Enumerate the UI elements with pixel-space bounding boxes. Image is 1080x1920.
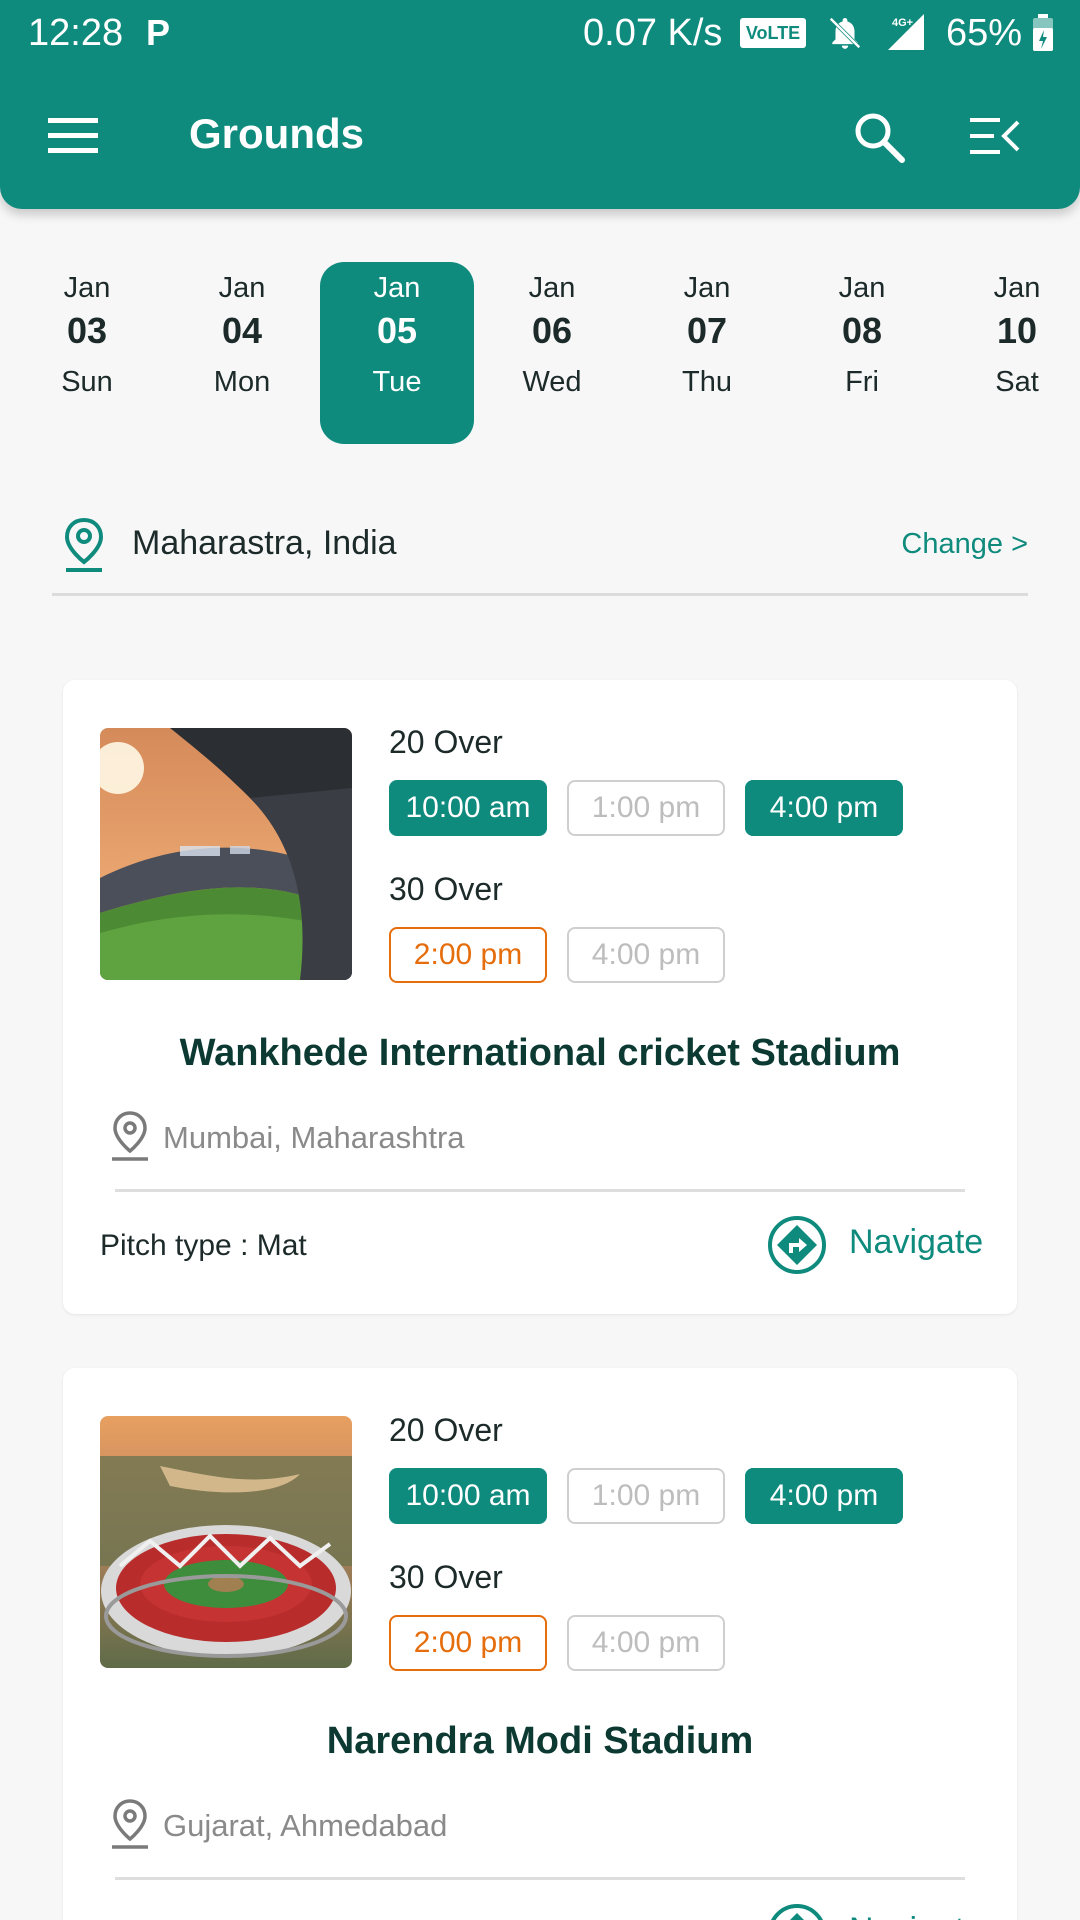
date-month: Jan: [373, 272, 421, 304]
volte-badge: VoLTE: [740, 18, 806, 48]
svg-text:4G+: 4G+: [892, 17, 913, 29]
divider: [115, 1877, 965, 1880]
over-format-label: 30 Over: [389, 1559, 503, 1595]
date-item-jan-10[interactable]: Jan 10 Sat: [940, 262, 1080, 444]
stadium-city: Mumbai, Maharashtra: [163, 1120, 465, 1155]
date-day: 10: [996, 310, 1038, 351]
stadium-name[interactable]: Wankhede International cricket Stadium: [63, 1032, 1017, 1075]
date-item-jan-03[interactable]: Jan 03 Sun: [10, 262, 164, 444]
date-weekday: Fri: [845, 366, 879, 398]
location-pin-icon: [62, 516, 106, 574]
date-item-jan-05[interactable]: Jan 05 Tue: [320, 262, 474, 444]
directions-icon: [767, 1903, 827, 1920]
over-format-label: 20 Over: [389, 1412, 503, 1448]
directions-icon: [767, 1215, 827, 1275]
navigate-button[interactable]: Navigate: [767, 1215, 993, 1277]
date-day: 05: [376, 310, 418, 351]
status-time: 12:28: [28, 12, 124, 54]
date-item-jan-07[interactable]: Jan 07 Thu: [630, 262, 784, 444]
date-item-jan-04[interactable]: Jan 04 Mon: [165, 262, 319, 444]
net-speed: 0.07 K/s: [583, 12, 723, 54]
stadium-photo: [100, 728, 352, 980]
time-slot-booked[interactable]: 4:00 pm: [745, 1468, 903, 1524]
date-weekday: Sun: [61, 366, 113, 398]
over-format-label: 20 Over: [389, 724, 503, 760]
date-weekday: Wed: [522, 366, 582, 398]
date-day: 03: [66, 310, 108, 351]
search-icon[interactable]: [852, 110, 906, 164]
time-slot-booked[interactable]: 10:00 am: [389, 780, 547, 836]
navigate-button[interactable]: Navigate: [767, 1903, 993, 1920]
date-weekday: Sat: [995, 366, 1039, 398]
navigate-label: Navigate: [849, 1911, 983, 1920]
battery-level: 65%: [946, 12, 1023, 54]
ground-card[interactable]: 20 Over 10:00 am 1:00 pm 4:00 pm 30 Over 2:00…: [63, 680, 1017, 1314]
date-item-jan-08[interactable]: Jan 08 Fri: [785, 262, 939, 444]
date-month: Jan: [528, 272, 576, 304]
time-slot-selected[interactable]: 2:00 pm: [389, 1615, 547, 1671]
time-slot-unavailable[interactable]: 4:00 pm: [567, 1615, 725, 1671]
stadium-name[interactable]: Narendra Modi Stadium: [63, 1720, 1017, 1763]
time-slot-unavailable[interactable]: 1:00 pm: [567, 1468, 725, 1524]
parking-app-icon: P: [146, 12, 171, 53]
filter-menu-icon[interactable]: [970, 116, 1022, 156]
date-strip: Jan 03 Sun Jan 04 Mon Jan 05 Tue Jan 06 Wed Jan 07 Thu…: [0, 262, 1080, 444]
menu-icon[interactable]: [48, 116, 98, 154]
date-day: 08: [841, 310, 883, 351]
ground-card[interactable]: 20 Over 10:00 am 1:00 pm 4:00 pm 30 Over 2:00…: [63, 1368, 1017, 1920]
date-day: 06: [531, 310, 573, 351]
pitch-type: Pitch type : Mat: [100, 1229, 307, 1262]
date-month: Jan: [218, 272, 266, 304]
date-month: Jan: [683, 272, 731, 304]
time-slot-booked[interactable]: 4:00 pm: [745, 780, 903, 836]
location-pin-icon: [110, 1798, 150, 1850]
location-row: Maharastra, India Change >: [52, 510, 1028, 596]
location-pin-icon: [110, 1110, 150, 1162]
stadium-photo: [100, 1416, 352, 1668]
date-weekday: Tue: [372, 366, 422, 398]
navigate-label: Navigate: [849, 1223, 984, 1261]
date-day: 04: [221, 310, 263, 351]
app-bar: 12:28 P 0.07 K/s VoLTE 4G+ 65% Grounds: [0, 0, 1080, 209]
date-weekday: Mon: [213, 366, 271, 398]
date-item-jan-06[interactable]: Jan 06 Wed: [475, 262, 629, 444]
time-slot-unavailable[interactable]: 4:00 pm: [567, 927, 725, 983]
signal-icon: 4G+: [876, 12, 926, 62]
muted-bell-icon: [826, 14, 864, 62]
stadium-city: Gujarat, Ahmedabad: [163, 1808, 448, 1843]
battery-icon: [1032, 14, 1054, 62]
change-location-link[interactable]: Change >: [901, 528, 1028, 561]
date-month: Jan: [838, 272, 886, 304]
date-day: 07: [686, 310, 728, 351]
time-slot-booked[interactable]: 10:00 am: [389, 1468, 547, 1524]
date-month: Jan: [63, 272, 111, 304]
selected-location: Maharastra, India: [132, 524, 397, 562]
divider: [115, 1189, 965, 1192]
page-title: Grounds: [189, 110, 364, 157]
time-slot-selected[interactable]: 2:00 pm: [389, 927, 547, 983]
date-month: Jan: [993, 272, 1041, 304]
time-slot-unavailable[interactable]: 1:00 pm: [567, 780, 725, 836]
status-bar: 12:28 P 0.07 K/s VoLTE 4G+ 65%: [0, 0, 1080, 64]
date-weekday: Thu: [682, 366, 732, 398]
over-format-label: 30 Over: [389, 871, 503, 907]
